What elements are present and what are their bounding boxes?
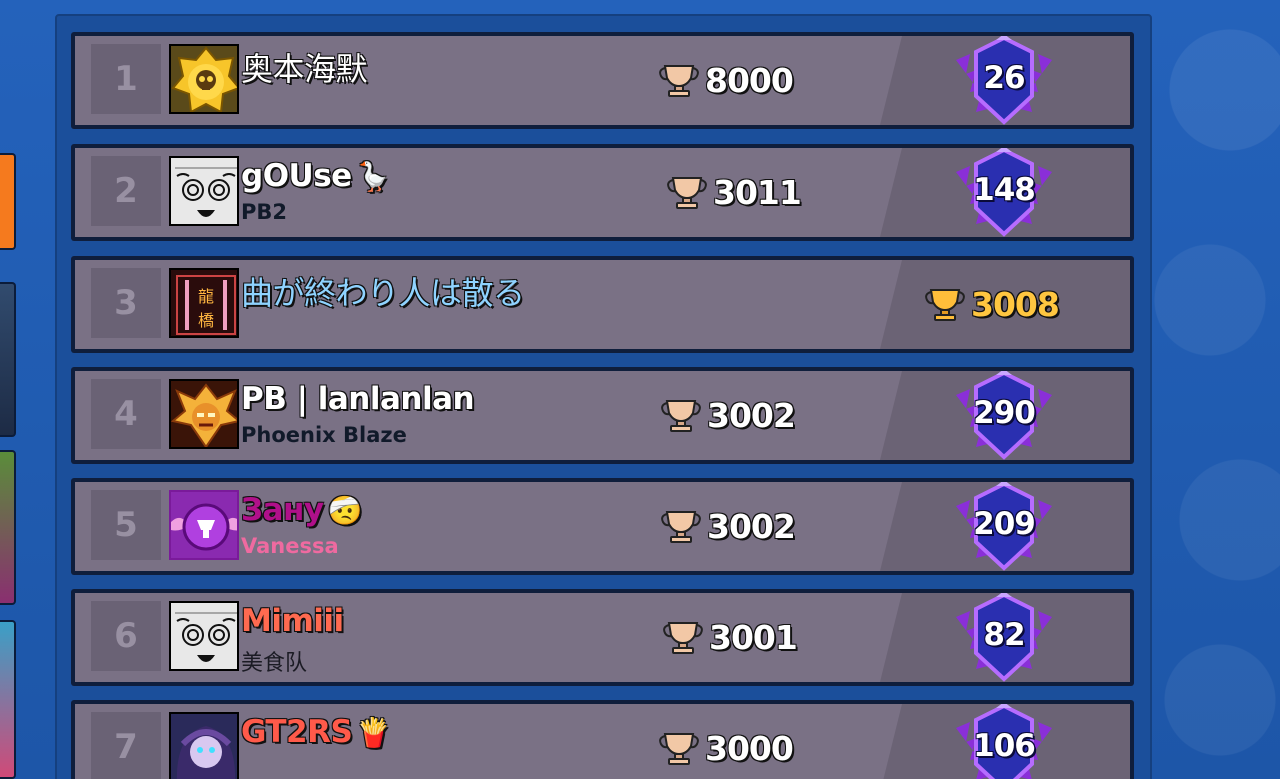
fries-icon: 🍟 — [356, 716, 391, 749]
trophy-value: 3008 — [971, 284, 1060, 324]
leaderboard-row[interactable]: 7 GT2RS 🍟 3000 106 — [71, 700, 1134, 779]
badge-value: 148 — [973, 172, 1036, 208]
club-name: Vanessa — [241, 534, 339, 558]
trophy-value: 3002 — [707, 395, 796, 435]
row-body: 6 Mimiii 美食队 3001 82 — [75, 593, 1130, 682]
leaderboard-row[interactable]: 6 Mimiii 美食队 3001 82 — [71, 589, 1134, 686]
club-name: Phoenix Blaze — [241, 423, 407, 447]
trophy-value: 8000 — [705, 60, 794, 100]
trophy-count: 3011 — [665, 170, 802, 214]
side-tab[interactable] — [0, 282, 16, 437]
row-body: 7 GT2RS 🍟 3000 106 — [75, 704, 1130, 779]
player-name: 奥本海默 — [241, 50, 368, 88]
leaderboard-row[interactable]: 5 Зану 🤕 Vanessa 3002 209 — [71, 478, 1134, 575]
trophy-count: 8000 — [657, 58, 794, 102]
trophy-icon — [659, 733, 699, 765]
left-side-tabs — [0, 0, 16, 779]
leaderboard-row[interactable]: 1 奥本海默 8000 26 — [71, 32, 1134, 129]
rank-badge: 209 — [946, 482, 1062, 571]
trophy-icon — [663, 622, 703, 654]
goose-icon: 🪿 — [355, 160, 391, 193]
club-name: PB2 — [241, 200, 288, 224]
player-name: gOUse 🪿 — [241, 158, 391, 194]
rank-number: 4 — [114, 394, 138, 434]
rank-number: 7 — [114, 727, 138, 767]
badge-value: 106 — [973, 728, 1036, 764]
trophy-count: 3008 — [923, 282, 1060, 326]
rank-number: 3 — [114, 283, 138, 323]
badge-value: 82 — [983, 617, 1025, 653]
leaderboard-row[interactable]: 2 gOUse 🪿 PB2 3011 148 — [71, 144, 1134, 241]
trophy-icon — [925, 289, 965, 321]
player-name: 曲が終わり人は散る — [241, 274, 525, 312]
player-name-text: GT2RS — [241, 714, 353, 750]
svg-text:橋: 橋 — [198, 311, 214, 330]
rank-number: 5 — [114, 505, 138, 545]
trophy-icon — [661, 511, 701, 543]
trophy-icon — [661, 400, 701, 432]
player-name: Зану 🤕 — [241, 492, 362, 528]
row-body: 4 PB | lanlanlan Phoenix Blaze 3002 290 — [75, 371, 1130, 460]
rank-number: 1 — [114, 59, 138, 99]
player-name-text: gOUse — [241, 158, 352, 194]
trophy-count: 3002 — [659, 393, 796, 437]
rank-number: 6 — [114, 616, 138, 656]
badge-value: 209 — [973, 506, 1036, 542]
svg-text:龍: 龍 — [198, 287, 214, 306]
club-name: 美食队 — [241, 651, 308, 676]
row-body: 5 Зану 🤕 Vanessa 3002 209 — [75, 482, 1130, 571]
rank-badge: 148 — [946, 148, 1062, 237]
golden-warrior-icon[interactable] — [169, 379, 239, 449]
trophy-value: 3002 — [707, 506, 796, 546]
trophy-value: 3000 — [705, 728, 794, 768]
rank-number: 2 — [114, 171, 138, 211]
trophy-count: 3001 — [661, 615, 798, 659]
rank-badge: 82 — [946, 593, 1062, 682]
badge-value: 26 — [983, 60, 1025, 96]
manga-face-icon[interactable] — [169, 156, 239, 226]
trophy-value: 3011 — [713, 172, 802, 212]
side-tab[interactable] — [0, 620, 16, 779]
calligraphy-scroll-icon[interactable]: 龍 橋 — [169, 268, 239, 338]
rank-badge: 106 — [946, 704, 1062, 779]
rank-badge: 290 — [946, 371, 1062, 460]
trophy-icon — [659, 65, 699, 97]
trophy-count: 3000 — [657, 726, 794, 770]
leaderboard-row[interactable]: 3 龍 橋 曲が終わり人は散る 3008 — [71, 256, 1134, 353]
row-body: 1 奥本海默 8000 26 — [75, 36, 1130, 125]
trophy-value: 3001 — [709, 617, 798, 657]
row-body: 3 龍 橋 曲が終わり人は散る 3008 — [75, 260, 1130, 349]
side-tab[interactable] — [0, 450, 16, 605]
side-tab-active[interactable] — [0, 153, 16, 250]
trophy-count: 3002 — [659, 504, 796, 548]
row-body: 2 gOUse 🪿 PB2 3011 148 — [75, 148, 1130, 237]
player-name: PB | lanlanlan — [241, 381, 475, 417]
trophy-icon — [667, 177, 707, 209]
player-name: GT2RS 🍟 — [241, 714, 391, 750]
player-name: Mimiii — [241, 603, 344, 639]
skull-emblem-icon[interactable] — [169, 44, 239, 114]
rank-badge: 26 — [946, 36, 1062, 125]
anime-girl-icon[interactable] — [169, 712, 239, 779]
badge-value: 290 — [973, 395, 1036, 431]
purple-winged-emblem-icon[interactable] — [169, 490, 239, 560]
leaderboard-row[interactable]: 4 PB | lanlanlan Phoenix Blaze 3002 290 — [71, 367, 1134, 464]
bandaged-face-icon: 🤕 — [327, 494, 363, 527]
player-name-text: Зану — [241, 492, 324, 528]
leaderboard-panel: 1 奥本海默 8000 26 2 gOUse 🪿 PB2 3011 148 3 … — [55, 14, 1152, 779]
manga-face-icon[interactable] — [169, 601, 239, 671]
